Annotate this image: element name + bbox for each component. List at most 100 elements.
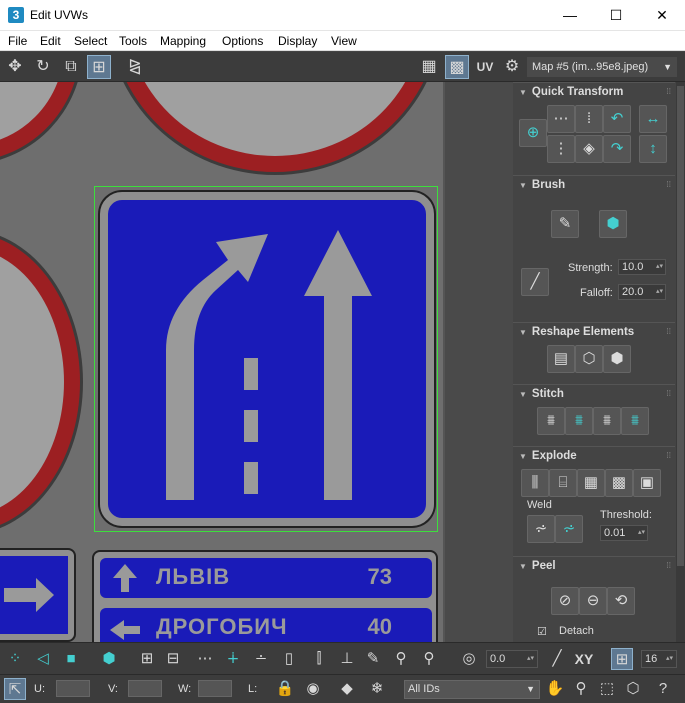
menu-select[interactable]: Select [74, 34, 107, 48]
weld-target-icon[interactable]: ⩫ [555, 515, 583, 543]
ring-shrink-icon[interactable]: ⊥ [336, 648, 358, 670]
quick-peel-icon[interactable]: ⊘ [551, 587, 579, 615]
split-icon[interactable]: ▦ [577, 469, 605, 497]
falloff-spinner[interactable]: 20.0 ▴▾ [618, 284, 666, 300]
background-sign [0, 82, 80, 162]
menu-mapping[interactable]: Mapping [160, 34, 206, 48]
move-icon[interactable]: ✥ [3, 55, 27, 79]
rollout-header[interactable]: ▼ Peel [513, 557, 675, 575]
hide-icon[interactable]: ◉ [302, 678, 324, 700]
loop-shrink-icon[interactable]: ∸ [250, 648, 272, 670]
absolute-offset-icon[interactable]: ⇱ [4, 678, 26, 700]
menu-options[interactable]: Options [222, 34, 263, 48]
strength-spinner[interactable]: 10.0 ▴▾ [618, 259, 666, 275]
paint-move-icon[interactable]: ✎ [551, 210, 579, 238]
checker-explode-icon[interactable]: ▩ [605, 469, 633, 497]
menu-edit[interactable]: Edit [40, 34, 61, 48]
threshold-spinner[interactable]: 0.01 ▴▾ [600, 525, 648, 541]
rotate-ccw-icon[interactable]: ↶ [603, 105, 631, 133]
grid-size-spinner[interactable]: 16 ▴▾ [641, 650, 677, 668]
grid-snap-icon[interactable]: ⊞ [611, 648, 633, 670]
reset-peel-icon[interactable]: ⟲ [607, 587, 635, 615]
falloff-curve-icon[interactable]: ╱ [521, 268, 549, 296]
shrink-selection-icon[interactable]: ⊟ [162, 648, 184, 670]
zoom-region-icon[interactable]: ⬚ [596, 678, 618, 700]
rotate-icon[interactable]: ↻ [31, 55, 55, 79]
align-vertical-icon[interactable]: ⦙ [575, 105, 603, 133]
menu-display[interactable]: Display [278, 34, 317, 48]
uv-viewport[interactable]: ЛЬВІВ 73 ДРОГОБИЧ 40 [0, 82, 445, 642]
loop-select-icon[interactable]: ⋯ [194, 648, 216, 670]
zoom-extents-icon[interactable]: ⬡ [622, 678, 644, 700]
checker-pattern-icon[interactable]: ▦ [417, 55, 441, 79]
straighten-selection-icon[interactable]: ▤ [547, 345, 575, 373]
flatten-icon[interactable]: ▣ [633, 469, 661, 497]
maximize-button[interactable]: ☐ [593, 0, 639, 31]
paint-shrink-icon[interactable]: ⚲ [418, 648, 440, 670]
ring-select-icon[interactable]: ▯ [278, 648, 300, 670]
soft-selection-spinner[interactable]: 0.0 ▴▾ [486, 650, 538, 668]
align-center-icon[interactable]: ⊕ [519, 119, 547, 147]
rollout-header[interactable]: ▼ Brush [513, 176, 675, 194]
ring-grow-icon[interactable]: ⫿ [308, 648, 330, 670]
soft-selection-icon[interactable]: ◎ [458, 648, 480, 670]
w-field[interactable] [198, 680, 232, 697]
paint-select-icon[interactable]: ✎ [362, 648, 384, 670]
element-select-icon[interactable]: ⬢ [98, 648, 120, 670]
detach-edge-icon[interactable]: ⌸ [549, 469, 577, 497]
stitch-source-icon[interactable]: ⩩ [621, 407, 649, 435]
paint-grow-icon[interactable]: ⚲ [390, 648, 412, 670]
scale-icon[interactable]: ⧉ [59, 55, 83, 79]
relax-settings-icon[interactable]: ⬢ [603, 345, 631, 373]
map-select[interactable]: Map #5 (im...95e8.jpeg) ▼ [527, 57, 677, 77]
v-field[interactable] [128, 680, 162, 697]
panel-scrollbar[interactable] [676, 82, 685, 642]
relax-icon[interactable]: ⬡ [575, 345, 603, 373]
rollout-header[interactable]: ▼ Explode [513, 447, 675, 465]
detach-checkbox[interactable]: ☑ [537, 625, 547, 638]
space-horizontal-icon[interactable]: ↔ [639, 105, 667, 133]
rotate-cw-icon[interactable]: ↷ [603, 135, 631, 163]
menu-file[interactable]: File [8, 34, 27, 48]
loop-grow-icon[interactable]: ∔ [222, 648, 244, 670]
stitch-average-icon[interactable]: ⩩ [593, 407, 621, 435]
scrollbar-thumb[interactable] [677, 86, 684, 566]
texture-options-icon[interactable]: ⚙ [500, 55, 524, 79]
relax-brush-icon[interactable]: ⬢ [599, 210, 627, 238]
lock-icon[interactable]: 🔒 [274, 678, 296, 700]
grow-selection-icon[interactable]: ⊞ [136, 648, 158, 670]
stitch-custom-icon[interactable]: ⩩ [537, 407, 565, 435]
u-field[interactable] [56, 680, 90, 697]
freeze-hidden-icon[interactable]: ◆ [336, 678, 358, 700]
straighten-icon[interactable]: ◈ [575, 135, 603, 163]
weld-selected-icon[interactable]: ⩫ [527, 515, 555, 543]
peel-mode-icon[interactable]: ⊖ [579, 587, 607, 615]
uv-toggle[interactable]: UV [473, 55, 497, 79]
space-vertical-icon[interactable]: ↕ [639, 135, 667, 163]
stitch-target-icon[interactable]: ⩩ [565, 407, 593, 435]
align-horizontal-icon[interactable]: ⋯ [547, 105, 575, 133]
minimize-button[interactable]: — [547, 0, 593, 31]
break-icon[interactable]: ⫼ [521, 469, 549, 497]
close-button[interactable]: ✕ [639, 0, 685, 31]
edge-distance-icon[interactable]: ╱ [546, 648, 568, 670]
freeze-icon[interactable]: ❄ [366, 678, 388, 700]
freeform-icon[interactable]: ⊞ [87, 55, 111, 79]
menu-view[interactable]: View [331, 34, 357, 48]
rollout-header[interactable]: ▼ Stitch [513, 385, 675, 403]
zoom-icon[interactable]: ⚲ [570, 678, 592, 700]
align-to-edge-icon[interactable]: ⋮ [547, 135, 575, 163]
rollout-header[interactable]: ▼ Quick Transform [513, 83, 675, 101]
face-select-icon[interactable]: ■ [60, 648, 82, 670]
rollout-header[interactable]: ▼ Reshape Elements [513, 323, 675, 341]
vertex-select-icon[interactable]: ⁘ [4, 648, 26, 670]
mirror-icon[interactable]: ⧎ [123, 55, 147, 79]
title-bar: 3 Edit UVWs — ☐ ✕ [0, 0, 685, 31]
menu-tools[interactable]: Tools [119, 34, 147, 48]
show-map-icon[interactable]: ▩ [445, 55, 469, 79]
material-id-select[interactable]: All IDs ▼ [404, 680, 540, 699]
pan-hand-icon[interactable]: ✋ [544, 678, 566, 700]
help-icon[interactable]: ? [652, 678, 674, 700]
edge-select-icon[interactable]: ◁ [32, 648, 54, 670]
xy-axis-toggle[interactable]: XY [573, 648, 595, 670]
